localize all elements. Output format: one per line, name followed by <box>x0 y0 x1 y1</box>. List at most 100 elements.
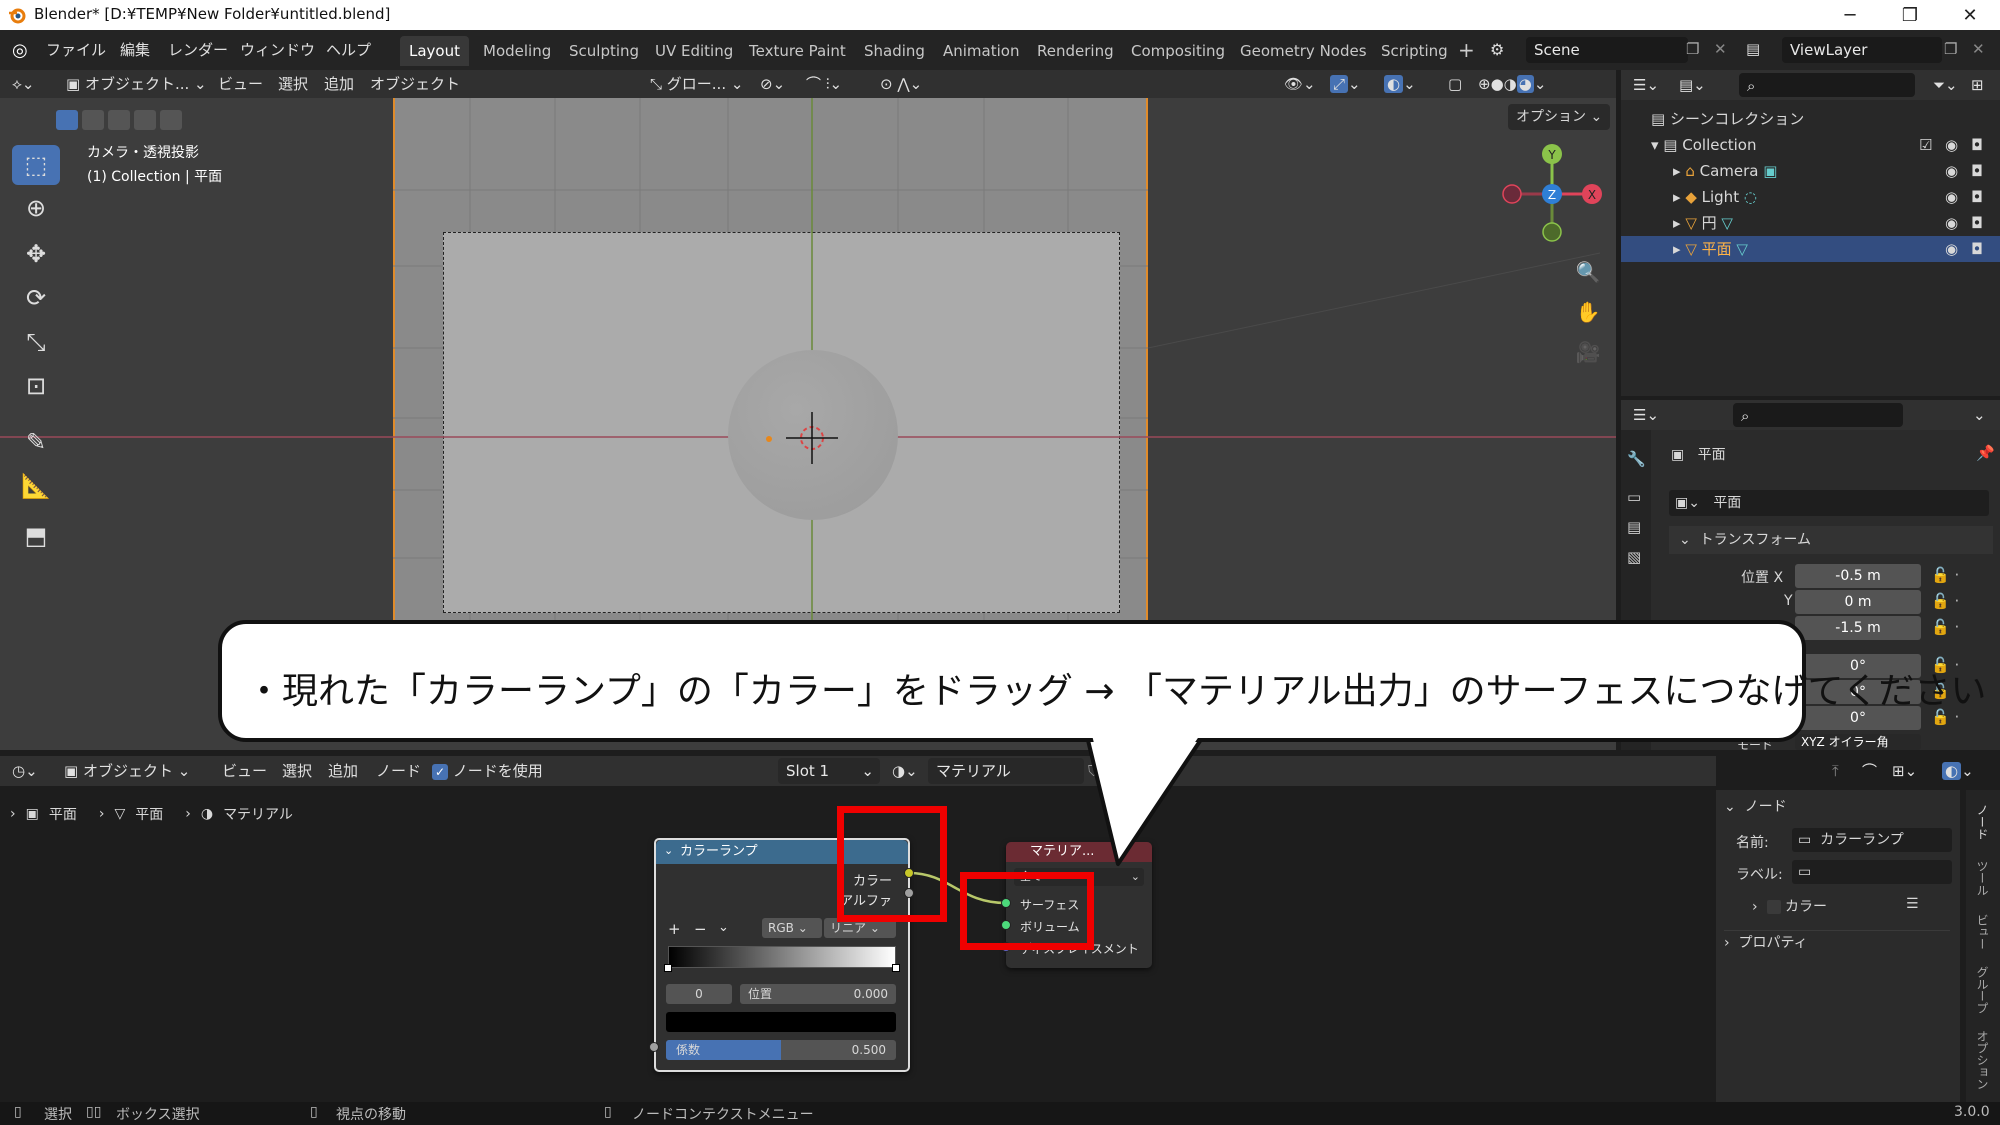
navigation-gizmo[interactable]: Y X Z <box>1496 140 1616 260</box>
location-z-field[interactable]: -1.5 m <box>1795 616 1921 640</box>
tab-geometry-nodes[interactable]: Geometry Nodes <box>1231 36 1376 66</box>
xray-icon[interactable]: ▢ <box>1448 71 1462 97</box>
render-camera-icon[interactable]: ◘ <box>1971 184 1983 210</box>
sidebar-tab-tool[interactable]: ツール <box>1974 860 1991 896</box>
node-section-header[interactable]: ⌄ ノード <box>1724 794 1950 820</box>
node-name-field[interactable]: ▭ カラーランプ <box>1792 828 1952 852</box>
transform-orientation-dropdown[interactable]: ⤡ グロー... ⌄ <box>650 71 743 97</box>
location-y-field[interactable]: 0 m <box>1795 590 1921 614</box>
scene-field[interactable]: Scene <box>1526 37 1688 63</box>
3d-cursor-icon[interactable] <box>786 412 838 464</box>
location-x-field[interactable]: -0.5 m <box>1795 564 1921 588</box>
select-box-tool-icon[interactable]: ⬚ <box>12 145 60 185</box>
rotate-tool-icon[interactable]: ⟳ <box>12 278 60 318</box>
node-menu-add[interactable]: 追加 <box>328 758 358 784</box>
view-layer-tab-icon[interactable]: ▧ <box>1627 548 1641 566</box>
collapse-icon[interactable]: ⌄ <box>664 844 673 857</box>
node-menu-node[interactable]: ノード <box>376 758 421 784</box>
node-color-list-icon[interactable]: ☰ <box>1906 896 1919 912</box>
sidebar-tab-options[interactable]: オプション <box>1974 1030 1991 1090</box>
gizmo-icon[interactable]: ⤢ ⌄ <box>1330 71 1361 97</box>
properties-options-icon[interactable]: ⌄ <box>1973 402 1986 428</box>
use-nodes-checkbox[interactable]: ✓ ノードを使用 <box>432 758 543 784</box>
transform-panel-header[interactable]: ⌄ トランスフォーム <box>1669 526 1993 554</box>
new-collection-icon[interactable]: ⊞ <box>1971 72 1984 98</box>
rotation-mode-dropdown[interactable]: XYZ オイラー角 <box>1795 734 1921 750</box>
tab-texture-paint[interactable]: Texture Paint <box>740 36 855 66</box>
menu-help[interactable]: ヘルプ <box>318 37 379 63</box>
remove-stop-button[interactable]: − <box>694 920 707 938</box>
tab-shading[interactable]: Shading <box>855 36 934 66</box>
object-name-field[interactable]: ▣⌄ 平面 <box>1669 490 1989 516</box>
select-subtract-icon[interactable] <box>108 110 130 130</box>
snap-element-icon[interactable]: ⊞⌄ <box>1892 758 1917 784</box>
render-tab-icon[interactable]: ▭ <box>1627 488 1641 506</box>
maximize-button[interactable]: ❐ <box>1880 0 1940 30</box>
menu-view[interactable]: ビュー <box>218 71 263 97</box>
tab-layout[interactable]: Layout <box>400 36 469 66</box>
transform-tool-icon[interactable]: ⊡ <box>12 366 60 406</box>
sidebar-tab-view[interactable]: ビュー <box>1974 914 1991 950</box>
menu-object[interactable]: オブジェクト <box>370 71 460 97</box>
active-stop-index-field[interactable]: 0 <box>666 984 732 1004</box>
camera-view-icon[interactable]: 🎥 <box>1572 336 1604 368</box>
outliner-scene-collection[interactable]: ▤ シーンコレクション <box>1621 106 2000 132</box>
add-workspace-icon[interactable]: + <box>1458 38 1475 62</box>
viewlayer-icon[interactable]: ▤ <box>1746 40 1760 58</box>
ramp-menu-icon[interactable]: ⌄ <box>718 920 729 935</box>
menu-render[interactable]: レンダー <box>160 37 236 63</box>
viewlayer-field[interactable]: ViewLayer <box>1782 37 1942 63</box>
node-editor-canvas[interactable]: › ▣ 平面 › ▽ 平面 › ◑ マテリアル カラーランプ ⌄ カラー アルファ +… <box>0 786 1716 1102</box>
tab-uv-editing[interactable]: UV Editing <box>646 36 742 66</box>
filter-icon[interactable]: ⏷⌄ <box>1933 72 1958 98</box>
stop-color-swatch[interactable] <box>666 1012 896 1032</box>
add-cube-tool-icon[interactable]: ⬒ <box>12 516 60 556</box>
outliner-item-light[interactable]: ▸ ◆ Light ◌ ◉ ◘ <box>1621 184 2000 210</box>
parent-node-tree-icon[interactable]: ⤒ <box>1832 758 1839 784</box>
lock-icon[interactable]: 🔓 · <box>1931 566 1959 584</box>
properties-search-input[interactable]: ⌕ <box>1733 403 1903 427</box>
scale-tool-icon[interactable]: ⤡ <box>12 322 60 362</box>
node-menu-select[interactable]: 選択 <box>282 758 312 784</box>
measure-tool-icon[interactable]: 📐 <box>12 466 60 506</box>
outliner-search-input[interactable]: ⌕ <box>1739 73 1915 97</box>
render-camera-icon[interactable]: ◘ <box>1971 132 1983 158</box>
menu-file[interactable]: ファイル <box>38 37 114 63</box>
sidebar-tab-group[interactable]: グループ <box>1974 966 1991 1014</box>
delete-scene-icon[interactable]: ✕ <box>1714 40 1727 58</box>
shading-modes-icon[interactable]: ⊕●◑ ◕ ⌄ <box>1478 71 1546 97</box>
lock-icon[interactable]: 🔓 · <box>1931 618 1959 636</box>
outliner-item-plane[interactable]: ▸ ▽ 平面 ▽ ◉ ◘ <box>1621 236 2000 262</box>
menu-edit[interactable]: 編集 <box>112 37 158 63</box>
render-camera-icon[interactable]: ◘ <box>1971 210 1983 236</box>
eye-icon[interactable]: ◉ <box>1945 132 1958 158</box>
output-tab-icon[interactable]: ▤ <box>1627 518 1641 536</box>
cursor-tool-icon[interactable]: ⊕ <box>12 188 60 228</box>
material-browse-icon[interactable]: ◑⌄ <box>892 758 918 784</box>
node-editor-type-icon[interactable]: ◷⌄ <box>12 758 38 784</box>
node-color-toggle[interactable]: › カラー <box>1752 896 1827 916</box>
menu-add[interactable]: 追加 <box>324 71 354 97</box>
color-ramp-gradient[interactable] <box>668 946 896 968</box>
tab-animation[interactable]: Animation <box>934 36 1028 66</box>
menu-window[interactable]: ウィンドウ <box>232 37 323 63</box>
visibility-icon[interactable]: 👁⌄ <box>1284 71 1316 97</box>
pan-hand-icon[interactable]: ✋ <box>1572 296 1604 328</box>
tab-scripting[interactable]: Scripting <box>1372 36 1457 66</box>
stop-handle-white[interactable] <box>892 964 900 972</box>
stop-handle-black[interactable] <box>664 964 672 972</box>
snap-node-icon[interactable]: ⌒ <box>1862 758 1877 784</box>
mode-dropdown[interactable]: ▣ オブジェクト... ⌄ <box>66 71 207 97</box>
eye-icon[interactable]: ◉ <box>1945 236 1958 262</box>
select-invert-icon[interactable] <box>134 110 156 130</box>
factor-input-socket[interactable] <box>649 1042 659 1052</box>
slot-dropdown[interactable]: Slot 1 ⌄ <box>778 758 880 784</box>
tab-modeling[interactable]: Modeling <box>474 36 560 66</box>
blender-menu-icon[interactable]: ◎ <box>12 40 28 61</box>
snap-icon[interactable]: ⌒ ⫶⌄ <box>806 71 842 97</box>
render-camera-icon[interactable]: ◘ <box>1971 158 1983 184</box>
add-stop-button[interactable]: + <box>668 920 681 938</box>
eye-icon[interactable]: ◉ <box>1945 184 1958 210</box>
sidebar-tab-node[interactable]: ノード <box>1974 804 1991 840</box>
new-scene-icon[interactable]: ❐ <box>1686 40 1699 58</box>
